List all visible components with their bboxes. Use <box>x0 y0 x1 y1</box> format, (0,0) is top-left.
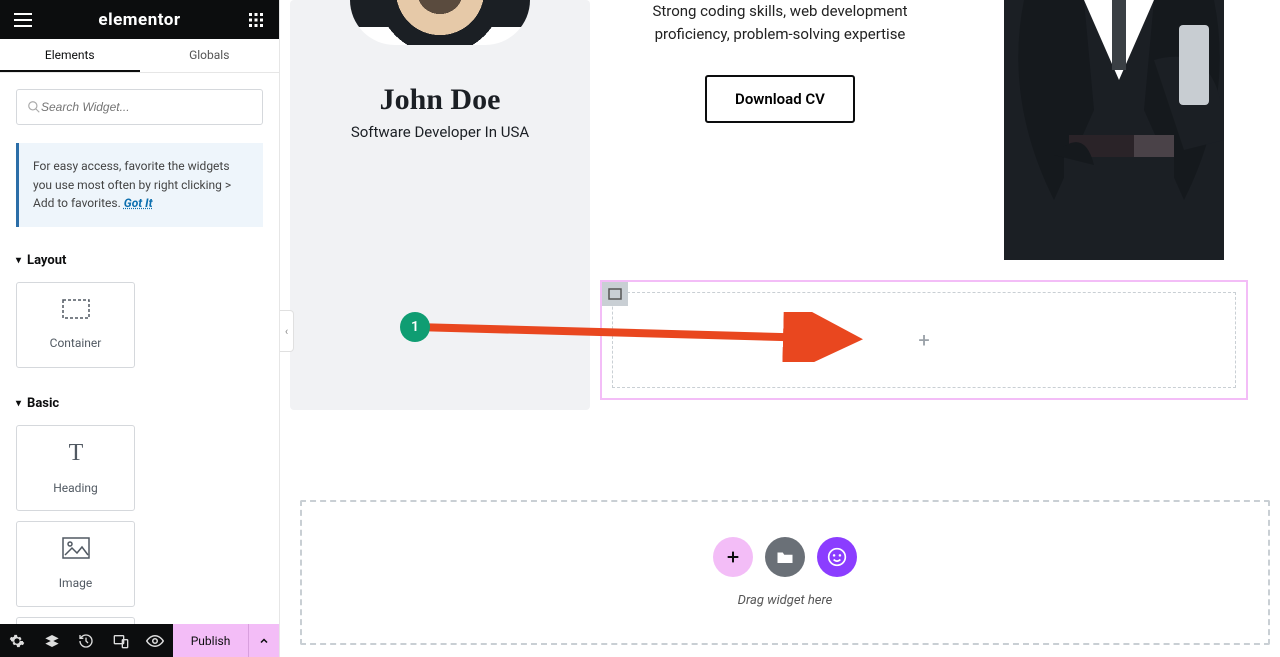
tab-globals[interactable]: Globals <box>140 39 280 72</box>
apps-grid-icon[interactable] <box>243 7 269 33</box>
add-template-button[interactable] <box>765 537 805 577</box>
search-input[interactable] <box>41 100 252 114</box>
widget-text-editor[interactable]: Text Editor <box>16 617 135 624</box>
editor-canvas: John Doe Software Developer In USA Stron… <box>280 0 1280 657</box>
avatar <box>350 0 530 45</box>
layout-widgets: Container <box>16 282 263 368</box>
plus-icon: + <box>918 328 929 352</box>
widget-heading[interactable]: T Heading <box>16 425 135 511</box>
navigator-icon[interactable] <box>35 624 70 657</box>
heading-icon: T <box>62 440 90 467</box>
section-basic-title[interactable]: Basic <box>16 396 263 411</box>
container-add-area[interactable]: + <box>612 292 1236 388</box>
skills-line-2: proficiency, problem-solving expertise <box>600 23 960 46</box>
sidebar-collapse-handle[interactable]: ‹ <box>280 310 294 352</box>
hero-image <box>964 0 1274 260</box>
image-icon <box>62 537 90 562</box>
widgets-panel: For easy access, favorite the widgets yo… <box>0 73 279 624</box>
widget-label: Container <box>50 336 102 350</box>
elementor-logo: elementor <box>98 10 180 30</box>
tip-gotit-link[interactable]: Got It <box>124 196 153 210</box>
widget-container[interactable]: Container <box>16 282 135 368</box>
favorites-tip: For easy access, favorite the widgets yo… <box>16 143 263 227</box>
preview-icon[interactable] <box>138 624 173 657</box>
basic-widgets: T Heading Image Text Editor Vi <box>16 425 263 624</box>
sidebar-tabs: Elements Globals <box>0 39 279 73</box>
ai-button[interactable] <box>817 537 857 577</box>
container-icon <box>62 299 90 322</box>
publish-button[interactable]: Publish <box>173 624 249 657</box>
widget-label: Image <box>59 576 92 590</box>
container-handle-icon[interactable] <box>602 282 628 306</box>
download-cv-button[interactable]: Download CV <box>705 75 855 123</box>
hero-text: Strong coding skills, web development pr… <box>600 0 960 123</box>
add-section-zone[interactable]: Drag widget here <box>300 500 1270 645</box>
elementor-sidebar: elementor Elements Globals For easy acce… <box>0 0 280 657</box>
add-section-plus-button[interactable] <box>713 537 753 577</box>
history-icon[interactable] <box>69 624 104 657</box>
skills-line-1: Strong coding skills, web development <box>600 0 960 23</box>
add-section-buttons <box>713 537 857 577</box>
tab-elements[interactable]: Elements <box>0 39 140 72</box>
section-layout-title[interactable]: Layout <box>16 253 263 268</box>
widget-label: Heading <box>53 481 98 495</box>
search-icon <box>27 100 41 114</box>
widget-image[interactable]: Image <box>16 521 135 607</box>
publish-options-caret[interactable] <box>248 624 279 657</box>
selected-container[interactable]: + <box>600 280 1248 400</box>
sidebar-footer: Publish <box>0 624 279 657</box>
annotation-badge: 1 <box>400 312 430 342</box>
profile-card: John Doe Software Developer In USA <box>290 0 590 410</box>
sidebar-header: elementor <box>0 0 279 39</box>
settings-gear-icon[interactable] <box>0 624 35 657</box>
search-widget-wrap[interactable] <box>16 89 263 125</box>
profile-role: Software Developer In USA <box>290 123 590 141</box>
svg-text:T: T <box>68 440 83 464</box>
responsive-icon[interactable] <box>104 624 139 657</box>
profile-name: John Doe <box>290 83 590 117</box>
hamburger-menu-icon[interactable] <box>10 7 36 33</box>
drag-widget-hint: Drag widget here <box>738 593 833 608</box>
